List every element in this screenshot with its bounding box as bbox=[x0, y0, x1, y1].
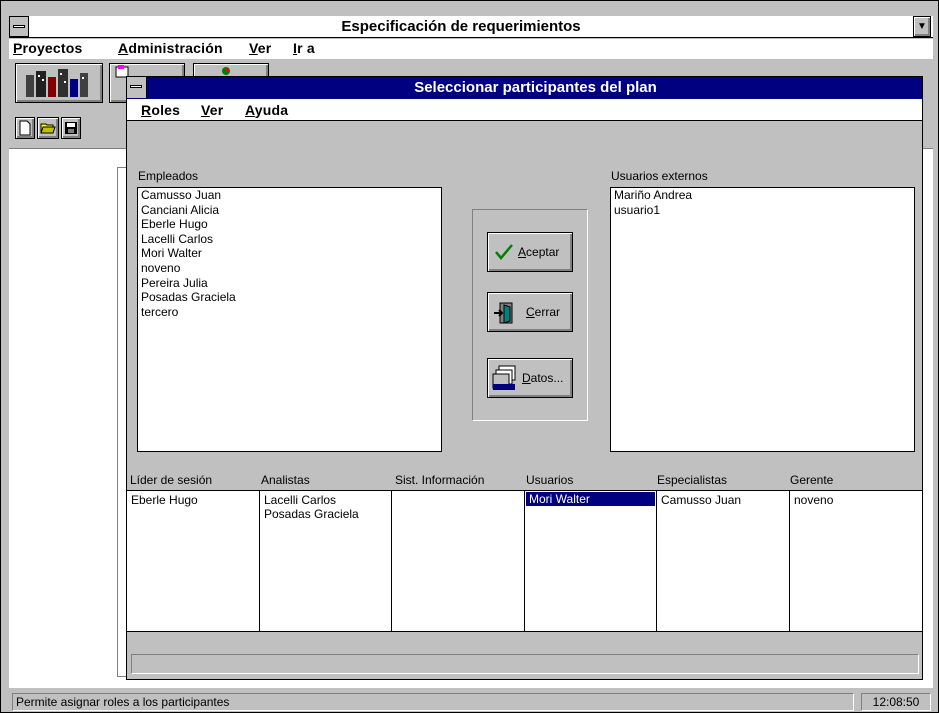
cerrar-button[interactable]: Cerrar bbox=[487, 292, 573, 332]
datos-button[interactable]: Datos... bbox=[487, 358, 573, 398]
menu-ver-dialog[interactable]: Ver bbox=[201, 101, 223, 119]
save-file-button[interactable] bbox=[61, 117, 81, 139]
list-item[interactable]: Posadas Graciela bbox=[138, 290, 441, 305]
dialog-bottom-field bbox=[131, 654, 919, 674]
list-item[interactable]: Pereira Julia bbox=[138, 276, 441, 291]
dialog-title: Seleccionar participantes del plan bbox=[414, 79, 657, 96]
roles-grid: Eberle Hugo Lacelli Carlos Posadas Graci… bbox=[127, 490, 922, 632]
door-exit-icon bbox=[494, 302, 513, 324]
roles-col-especialistas[interactable]: Camusso Juan bbox=[657, 491, 790, 631]
status-bar: Permite asignar roles a los participante… bbox=[9, 690, 933, 712]
button-group: Aceptar Cerrar Datos... bbox=[472, 209, 588, 421]
new-file-icon bbox=[19, 120, 31, 136]
data-cards-icon bbox=[492, 365, 516, 390]
checkmark-icon bbox=[495, 244, 513, 260]
menu-roles[interactable]: Roles bbox=[141, 101, 180, 119]
list-item[interactable]: Canciani Alicia bbox=[138, 203, 441, 218]
list-item[interactable]: Camusso Juan bbox=[138, 188, 441, 203]
header-sist-info: Sist. Información bbox=[395, 473, 485, 487]
system-menu-icon bbox=[13, 25, 25, 28]
header-gerente: Gerente bbox=[790, 473, 834, 487]
dialog-title-bar[interactable]: Seleccionar participantes del plan bbox=[127, 77, 922, 99]
minimize-button[interactable]: ▼ bbox=[913, 16, 931, 37]
dialog-system-menu-button[interactable] bbox=[127, 77, 147, 98]
aceptar-button[interactable]: Aceptar bbox=[487, 232, 573, 272]
grid-cell[interactable]: noveno bbox=[790, 491, 922, 507]
minimize-icon: ▼ bbox=[917, 21, 927, 32]
dialog-system-menu-icon bbox=[130, 85, 142, 88]
small-toolbar bbox=[9, 113, 129, 145]
main-menu-bar: Proyectos Administración Ver Ir a bbox=[9, 39, 933, 59]
main-window-title: Especificación de requerimientos bbox=[341, 18, 581, 35]
empleados-list[interactable]: Camusso Juan Canciani Alicia Eberle Hugo… bbox=[137, 187, 442, 452]
list-item[interactable]: tercero bbox=[138, 305, 441, 320]
header-analistas: Analistas bbox=[261, 473, 310, 487]
floppy-disk-icon bbox=[65, 122, 77, 134]
roles-col-sist-info[interactable] bbox=[392, 491, 525, 631]
header-lider: Líder de sesión bbox=[130, 473, 213, 487]
roles-col-lider[interactable]: Eberle Hugo bbox=[127, 491, 260, 631]
list-item[interactable]: Mori Walter bbox=[138, 246, 441, 261]
system-menu-button[interactable] bbox=[9, 16, 29, 37]
city-icon bbox=[26, 69, 88, 97]
menu-ayuda[interactable]: Ayuda bbox=[245, 101, 288, 119]
dialog-window: Seleccionar participantes del plan Roles… bbox=[126, 76, 923, 680]
open-file-button[interactable] bbox=[37, 117, 59, 139]
menu-ir-a[interactable]: Ir a bbox=[293, 39, 315, 57]
grid-cell[interactable]: Camusso Juan bbox=[657, 491, 789, 507]
roles-col-analistas[interactable]: Lacelli Carlos Posadas Graciela bbox=[260, 491, 392, 631]
main-title-bar[interactable]: Especificación de requerimientos ▼ bbox=[9, 16, 933, 38]
list-item[interactable]: Mariño Andrea bbox=[611, 188, 914, 203]
dialog-menu-bar: Roles Ver Ayuda bbox=[127, 99, 922, 121]
open-folder-icon bbox=[40, 123, 56, 134]
menu-proyectos[interactable]: Proyectos bbox=[13, 39, 83, 57]
list-item[interactable]: noveno bbox=[138, 261, 441, 276]
grid-cell-selected[interactable]: Mori Walter bbox=[525, 491, 656, 507]
menu-administracion[interactable]: Administración bbox=[118, 39, 223, 57]
grid-cell[interactable]: Eberle Hugo bbox=[127, 491, 259, 507]
new-file-button[interactable] bbox=[15, 117, 35, 139]
grid-cell[interactable]: Posadas Graciela bbox=[260, 507, 391, 521]
list-item[interactable]: usuario1 bbox=[611, 203, 914, 218]
status-time: 12:08:50 bbox=[861, 693, 931, 711]
header-especialistas: Especialistas bbox=[657, 473, 728, 487]
roles-col-usuarios[interactable]: Mori Walter bbox=[525, 491, 657, 631]
toolbar-projects-button[interactable] bbox=[15, 63, 103, 103]
list-item[interactable]: Eberle Hugo bbox=[138, 217, 441, 232]
externos-label: Usuarios externos bbox=[611, 169, 708, 183]
roles-col-gerente[interactable]: noveno bbox=[790, 491, 922, 631]
list-item[interactable]: Lacelli Carlos bbox=[138, 232, 441, 247]
empleados-label: Empleados bbox=[138, 169, 199, 183]
externos-list[interactable]: Mariño Andrea usuario1 bbox=[610, 187, 915, 452]
grid-cell[interactable]: Lacelli Carlos bbox=[260, 491, 391, 507]
header-usuarios: Usuarios bbox=[526, 473, 574, 487]
status-message: Permite asignar roles a los participante… bbox=[12, 693, 854, 711]
menu-ver[interactable]: Ver bbox=[249, 39, 271, 57]
